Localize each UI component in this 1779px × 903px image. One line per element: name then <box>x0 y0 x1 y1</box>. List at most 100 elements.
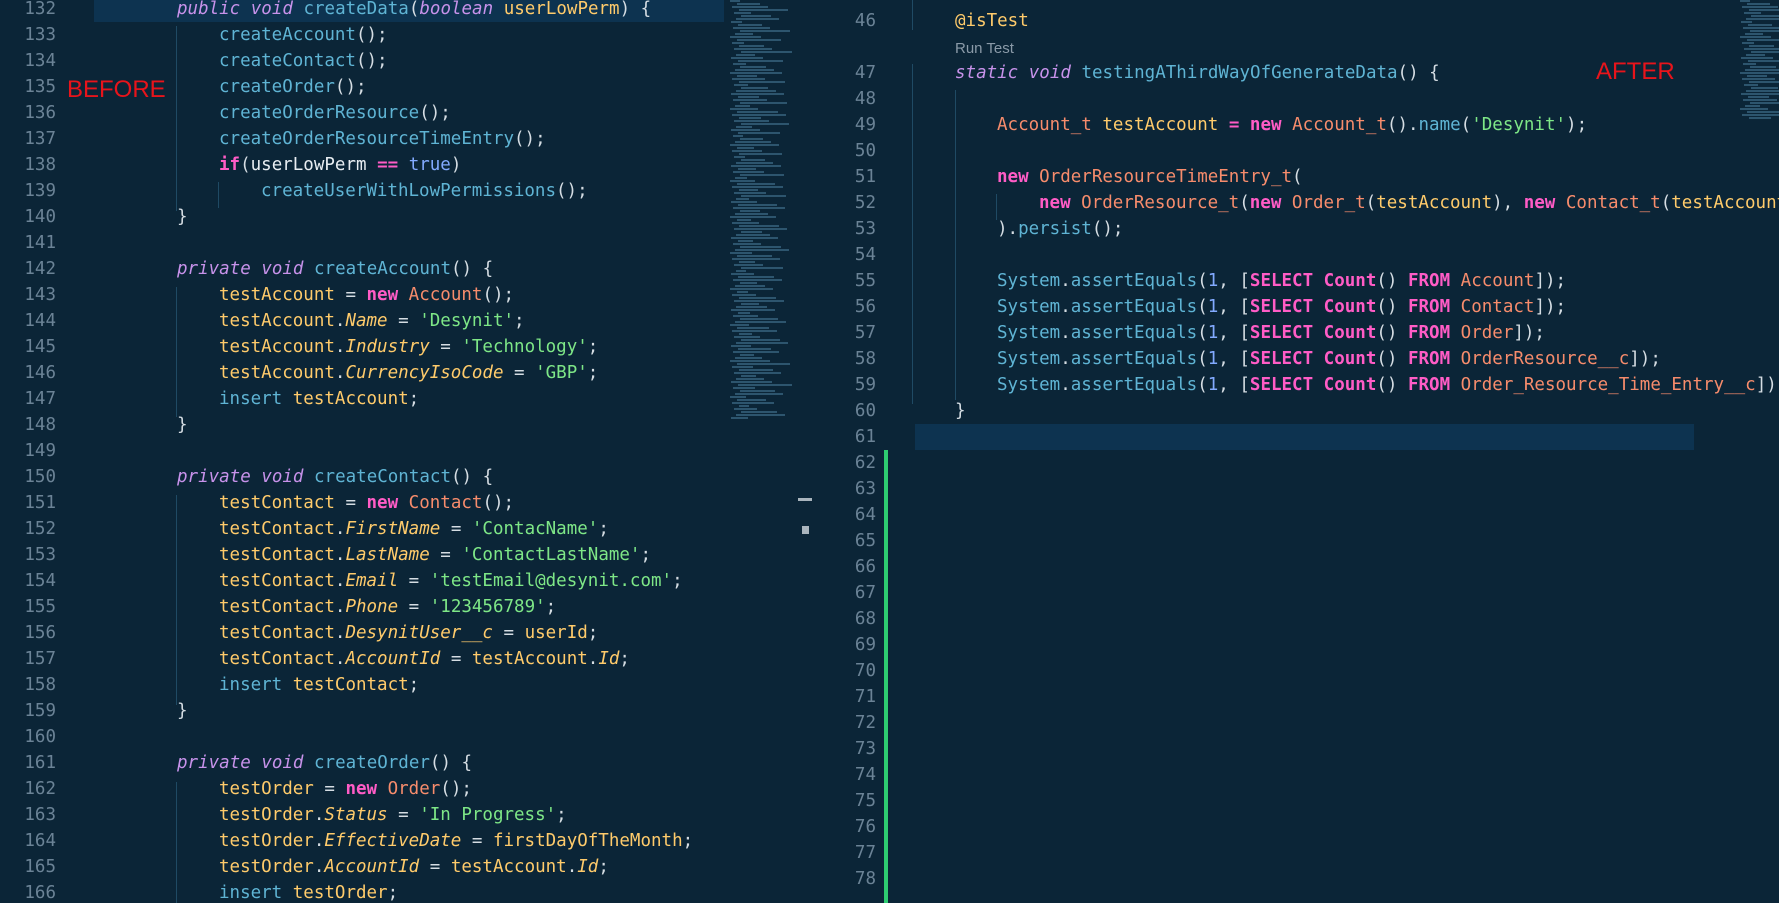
code-line[interactable]: 148} <box>0 412 820 438</box>
minimap[interactable] <box>1740 0 1779 260</box>
code-text[interactable]: createOrderResource(); <box>219 100 451 126</box>
code-text[interactable]: Account_t testAccount = new Account_t().… <box>997 112 1587 138</box>
code-line[interactable]: 70 <box>820 658 1779 684</box>
code-line[interactable]: 164 testOrder.EffectiveDate = firstDayOfT… <box>0 828 820 854</box>
code-line[interactable]: 142 private void createAccount() { <box>0 256 820 282</box>
code-line[interactable]: 146 testAccount.CurrencyIsoCode = 'GBP'; <box>0 360 820 386</box>
code-line[interactable]: 166 insert testOrder; <box>0 880 820 903</box>
code-text[interactable]: testOrder.EffectiveDate = firstDayOfTheM… <box>219 828 693 854</box>
code-text[interactable]: if(userLowPerm == true) <box>219 152 461 178</box>
code-line[interactable]: 141 <box>0 230 820 256</box>
minimap[interactable] <box>730 0 800 440</box>
code-line[interactable]: 137 createOrderResourceTimeEntry(); <box>0 126 820 152</box>
code-line[interactable]: 62 <box>820 450 1779 476</box>
code-line[interactable]: 69 <box>820 632 1779 658</box>
code-line[interactable]: 165 testOrder.AccountId = testAccount.Id; <box>0 854 820 880</box>
code-text[interactable]: new OrderResourceTimeEntry_t( <box>997 164 1303 190</box>
code-line[interactable]: 145 testAccount.Industry = 'Technology'; <box>0 334 820 360</box>
code-line[interactable]: 134 createContact(); <box>0 48 820 74</box>
code-line[interactable]: 76 <box>820 814 1779 840</box>
code-text[interactable]: testAccount.CurrencyIsoCode = 'GBP'; <box>219 360 598 386</box>
code-line[interactable]: 68 <box>820 606 1779 632</box>
code-line[interactable]: 138 if(userLowPerm == true) <box>0 152 820 178</box>
code-line[interactable]: 143 testAccount = new Account(); <box>0 282 820 308</box>
code-text[interactable]: } <box>177 204 188 230</box>
code-line[interactable]: 55 System.assertEquals(1, [SELECT Count()… <box>820 268 1779 294</box>
code-line[interactable]: 139 createUserWithLowPermissions(); <box>0 178 820 204</box>
code-line[interactable]: 158 insert testContact; <box>0 672 820 698</box>
code-line[interactable]: 67 <box>820 580 1779 606</box>
code-line[interactable]: 66 <box>820 554 1779 580</box>
code-text[interactable]: createOrder(); <box>219 74 367 100</box>
code-line[interactable]: 58 System.assertEquals(1, [SELECT Count()… <box>820 346 1779 372</box>
code-text[interactable]: System.assertEquals(1, [SELECT Count() F… <box>997 346 1661 372</box>
code-line[interactable]: 163 testOrder.Status = 'In Progress'; <box>0 802 820 828</box>
code-line[interactable]: 63 <box>820 476 1779 502</box>
code-text[interactable]: testContact.DesynitUser__c = userId; <box>219 620 598 646</box>
code-line[interactable]: 161 private void createOrder() { <box>0 750 820 776</box>
code-line[interactable]: 140} <box>0 204 820 230</box>
code-line[interactable]: 162 testOrder = new Order(); <box>0 776 820 802</box>
code-text[interactable]: testAccount = new Account(); <box>219 282 514 308</box>
code-line[interactable]: 71 <box>820 684 1779 710</box>
code-line[interactable]: 77 <box>820 840 1779 866</box>
code-text[interactable]: insert testContact; <box>219 672 419 698</box>
code-line[interactable]: 159} <box>0 698 820 724</box>
code-text[interactable]: ).persist(); <box>997 216 1123 242</box>
code-text[interactable]: createOrderResourceTimeEntry(); <box>219 126 546 152</box>
code-line[interactable]: 51 new OrderResourceTimeEntry_t( <box>820 164 1779 190</box>
code-text[interactable]: testContact = new Contact(); <box>219 490 514 516</box>
run-test-codelens[interactable]: Run Test <box>955 40 1014 57</box>
code-line[interactable]: 48 <box>820 86 1779 112</box>
code-line[interactable]: 157 testContact.AccountId = testAccount.I… <box>0 646 820 672</box>
code-text[interactable]: testAccount.Name = 'Desynit'; <box>219 308 525 334</box>
code-text[interactable]: System.assertEquals(1, [SELECT Count() F… <box>997 372 1779 398</box>
code-line[interactable]: 149 <box>0 438 820 464</box>
code-text[interactable]: testOrder.Status = 'In Progress'; <box>219 802 567 828</box>
editor-pane-after[interactable]: 46 @isTest 47 static void testingAThirdWayO… <box>820 0 1779 903</box>
code-text[interactable]: testContact.LastName = 'ContactLastName'… <box>219 542 651 568</box>
code-line[interactable]: 46 @isTest <box>820 8 1779 34</box>
code-text[interactable]: static void testingAThirdWayOfGenerateDa… <box>955 60 1440 86</box>
code-line[interactable]: 73 <box>820 736 1779 762</box>
code-text[interactable]: testContact.Email = 'testEmail@desynit.c… <box>219 568 683 594</box>
code-text[interactable]: @isTest <box>955 8 1029 34</box>
code-line[interactable]: 147 insert testAccount; <box>0 386 820 412</box>
code-text[interactable]: } <box>955 398 966 424</box>
code-line[interactable]: 56 System.assertEquals(1, [SELECT Count()… <box>820 294 1779 320</box>
code-line[interactable]: 75 <box>820 788 1779 814</box>
code-text[interactable]: System.assertEquals(1, [SELECT Count() F… <box>997 294 1566 320</box>
code-text[interactable]: } <box>177 698 188 724</box>
code-text[interactable]: testAccount.Industry = 'Technology'; <box>219 334 598 360</box>
scrollbar-marker[interactable] <box>798 498 812 501</box>
scrollbar-marker[interactable] <box>802 526 809 534</box>
code-line[interactable]: 49 Account_t testAccount = new Account_t(… <box>820 112 1779 138</box>
code-line[interactable]: 160 <box>0 724 820 750</box>
code-line[interactable]: 54 <box>820 242 1779 268</box>
code-text[interactable]: createAccount(); <box>219 22 388 48</box>
code-text[interactable]: System.assertEquals(1, [SELECT Count() F… <box>997 320 1545 346</box>
code-line[interactable]: 59 System.assertEquals(1, [SELECT Count()… <box>820 372 1779 398</box>
code-line[interactable]: 74 <box>820 762 1779 788</box>
code-line[interactable]: 156 testContact.DesynitUser__c = userId; <box>0 620 820 646</box>
code-line[interactable]: 132 public void createData(boolean userLo… <box>24 0 724 22</box>
code-text[interactable]: testContact.Phone = '123456789'; <box>219 594 556 620</box>
code-text[interactable]: private void createContact() { <box>177 464 493 490</box>
code-text[interactable]: createUserWithLowPermissions(); <box>261 178 588 204</box>
code-line[interactable]: 60} <box>820 398 1779 424</box>
code-text[interactable]: private void createOrder() { <box>177 750 472 776</box>
code-line[interactable]: 65 <box>820 528 1779 554</box>
code-line[interactable]: 64 <box>820 502 1779 528</box>
code-text[interactable]: testOrder = new Order(); <box>219 776 472 802</box>
code-line[interactable]: 53).persist(); <box>820 216 1779 242</box>
code-line[interactable]: 155 testContact.Phone = '123456789'; <box>0 594 820 620</box>
code-text[interactable]: System.assertEquals(1, [SELECT Count() F… <box>997 268 1566 294</box>
code-text[interactable]: } <box>177 412 188 438</box>
code-text[interactable]: testOrder.AccountId = testAccount.Id; <box>219 854 609 880</box>
code-line[interactable]: 153 testContact.LastName = 'ContactLastNa… <box>0 542 820 568</box>
code-line[interactable]: 50 <box>820 138 1779 164</box>
code-text[interactable]: insert testAccount; <box>219 386 419 412</box>
code-line[interactable]: 151 testContact = new Contact(); <box>0 490 820 516</box>
code-line[interactable]: 144 testAccount.Name = 'Desynit'; <box>0 308 820 334</box>
code-line[interactable]: 57 System.assertEquals(1, [SELECT Count()… <box>820 320 1779 346</box>
